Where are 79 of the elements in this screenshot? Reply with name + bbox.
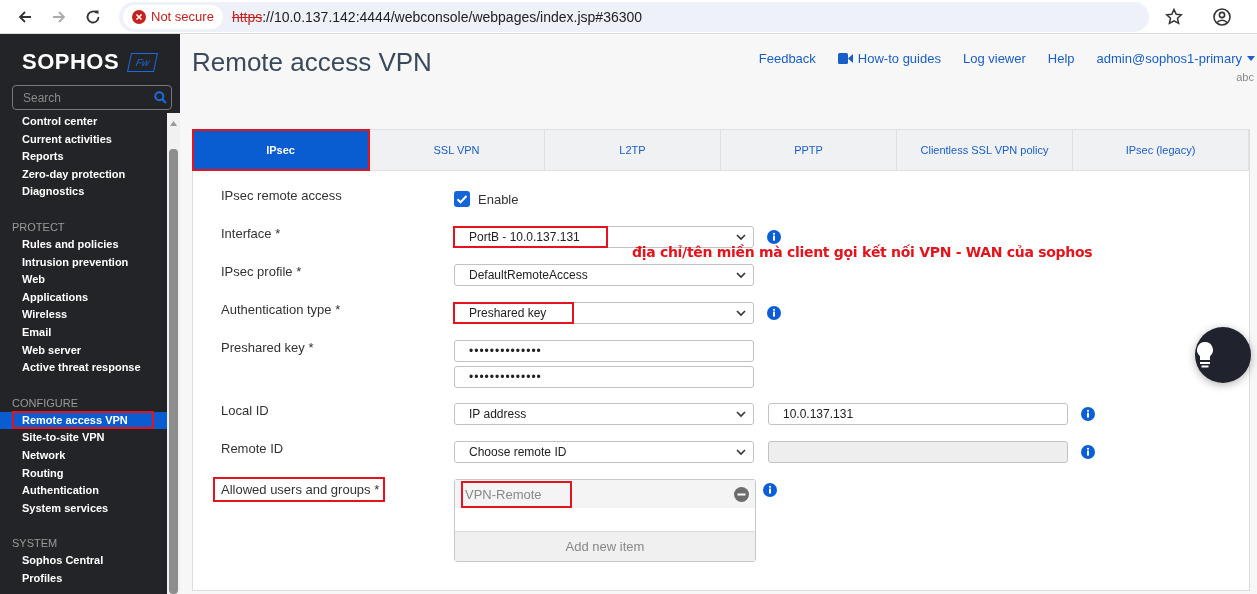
link[interactable]: Help — [1047, 51, 1075, 66]
security-chip[interactable]: Not secure — [123, 4, 223, 29]
password-field[interactable]: •••••••••••••• — [454, 366, 754, 388]
info-icon[interactable] — [767, 306, 781, 320]
nav-item[interactable]: Profiles — [22, 571, 63, 584]
field-label: Preshared key * — [221, 340, 314, 355]
chevron-down-icon — [736, 309, 746, 317]
chevron-down-icon — [736, 410, 746, 418]
reload-icon[interactable] — [85, 8, 101, 25]
nav-item[interactable]: Control center — [22, 115, 98, 127]
field-label: IPsec remote access — [221, 188, 342, 203]
nav-item[interactable]: Web — [22, 273, 46, 286]
tab[interactable]: SSL VPN — [369, 130, 545, 170]
page-title: Remote access VPN — [192, 47, 432, 78]
lightbulb-icon — [1195, 341, 1215, 369]
link[interactable]: How-to guides — [837, 51, 941, 66]
product-badge: Fw — [127, 52, 159, 72]
nav-item[interactable]: Diagnostics — [22, 185, 85, 198]
nav-item[interactable]: Email — [22, 325, 52, 338]
nav-item[interactable]: Current activities — [22, 132, 112, 145]
field-label: Allowed users and groups * — [215, 479, 384, 500]
nav-item[interactable]: System services — [22, 501, 109, 514]
select-field[interactable]: DefaultRemoteAccess — [454, 264, 754, 286]
error-icon — [132, 9, 146, 24]
nav-item[interactable]: Applications — [22, 290, 88, 303]
nav-item[interactable]: Intrusion prevention — [22, 255, 129, 268]
nav-item[interactable]: Active threat response — [22, 361, 141, 374]
checkbox[interactable] — [454, 191, 470, 207]
nav-item[interactable]: Reports — [22, 150, 64, 163]
nav-item[interactable]: Zero-day protection — [22, 167, 126, 180]
select-field[interactable]: Preshared key — [454, 302, 754, 324]
field-label: IPsec profile * — [221, 264, 302, 279]
address-bar[interactable]: Not secure https://10.0.137.142:4444/webconsole/webpages/index.jsp#36300 — [119, 1, 1149, 32]
user-subtitle: abc — [1236, 71, 1254, 83]
nav-item[interactable]: Web server — [22, 343, 82, 356]
link[interactable]: Log viewer — [962, 51, 1026, 66]
star-icon[interactable] — [1165, 7, 1183, 26]
nav-item[interactable]: Routing — [22, 466, 64, 479]
tab[interactable]: Clientless SSL VPN policy — [897, 130, 1073, 170]
scrollbar[interactable] — [167, 113, 180, 594]
field-label: Remote ID — [221, 441, 284, 456]
user-menu[interactable]: admin@sophos1-primary — [1096, 51, 1255, 66]
search-icon[interactable] — [154, 91, 167, 104]
profile-icon[interactable] — [1213, 7, 1231, 26]
password-field[interactable]: •••••••••••••• — [454, 340, 754, 362]
info-icon[interactable] — [1081, 407, 1095, 421]
tab[interactable]: IPsec — [193, 130, 369, 170]
field-label: Authentication type * — [221, 302, 341, 317]
tab[interactable]: IPsec (legacy) — [1073, 130, 1249, 170]
checkbox-label: Enable — [478, 191, 519, 207]
nav-item[interactable]: Network — [22, 448, 66, 461]
nav-item[interactable]: Rules and policies — [22, 237, 119, 250]
chevron-down-icon — [736, 448, 746, 456]
nav-item[interactable]: Site-to-site VPN — [22, 431, 105, 444]
nav-item[interactable]: Wireless — [22, 308, 68, 321]
section-heading: SYSTEM — [11, 536, 59, 552]
link[interactable]: Feedback — [758, 51, 816, 66]
remove-icon[interactable] — [734, 486, 749, 502]
tab[interactable]: PPTP — [721, 130, 897, 170]
logo: SOPHOS — [22, 49, 120, 75]
section-heading: CONFIGURE — [11, 395, 79, 411]
chevron-down-icon — [736, 233, 746, 241]
chevron-down-icon — [736, 271, 746, 279]
caret-icon — [1247, 56, 1255, 61]
section-heading: PROTECT — [11, 219, 66, 235]
select-field[interactable]: IP address — [454, 403, 754, 425]
field-label: Local ID — [221, 403, 269, 418]
nav-item[interactable]: Authentication — [22, 484, 99, 497]
video-camera-icon — [837, 53, 853, 64]
text-field[interactable]: 10.0.137.131 — [768, 403, 1068, 425]
search-field[interactable]: Search — [12, 85, 172, 110]
tab[interactable]: L2TP — [545, 130, 721, 170]
back-icon[interactable] — [17, 8, 33, 25]
info-icon[interactable] — [763, 483, 777, 497]
nav-item[interactable]: Sophos Central — [22, 554, 104, 567]
info-icon[interactable] — [767, 230, 781, 244]
select-field[interactable]: Choose remote ID — [454, 441, 754, 463]
info-icon[interactable] — [1081, 445, 1095, 459]
field-label: Interface * — [221, 226, 281, 241]
